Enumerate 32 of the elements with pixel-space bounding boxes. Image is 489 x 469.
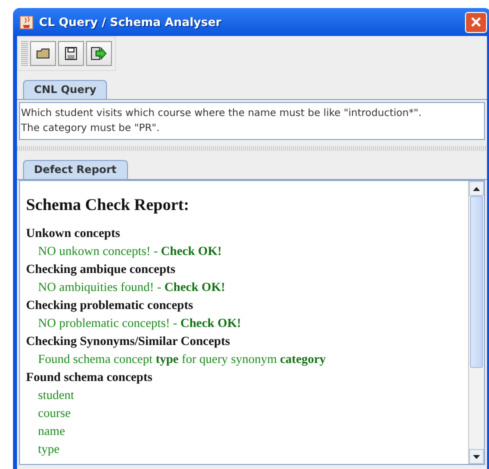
scroll-up-icon[interactable]	[469, 181, 484, 196]
report-line: Found schema concept type for query synonym category	[37, 351, 327, 368]
report-line: type	[37, 441, 61, 458]
report-line: NO ambiquities found! - Check OK!	[37, 279, 226, 296]
report-line: course	[37, 405, 72, 422]
save-button[interactable]	[58, 41, 84, 66]
export-button[interactable]	[86, 41, 112, 66]
section-heading: Checking Synonyms/Similar Concepts	[26, 333, 231, 350]
app-icon	[19, 14, 34, 30]
toolbar-grip[interactable]	[21, 41, 28, 66]
tab[interactable]: CNL Query	[23, 80, 108, 99]
report-line: name	[37, 423, 66, 440]
close-button[interactable]	[465, 12, 487, 32]
section-heading: Checking problematic concepts	[26, 297, 194, 314]
report-line: NO unkown concepts! - Check OK!	[37, 243, 223, 260]
open-button[interactable]	[30, 41, 56, 66]
section-heading: Found schema concepts	[26, 369, 154, 386]
report-line: student	[37, 387, 76, 404]
section-heading: Checking ambique concepts	[26, 261, 176, 278]
section-heading: Unkown concepts	[26, 225, 122, 242]
export-icon	[91, 47, 107, 60]
scroll-down-icon[interactable]	[469, 449, 484, 464]
close-icon	[470, 16, 482, 28]
report-title: Schema Check Report:	[26, 195, 190, 215]
query-text-area[interactable]: Which student visits which course where the name must be like "introduction*". The category must be "PR".	[19, 102, 485, 140]
report-line: NO problematic concepts! - Check OK!	[37, 315, 242, 332]
tab[interactable]: Defect Report	[23, 160, 128, 179]
window-title: CL Query / Schema Analyser	[39, 15, 222, 29]
save-icon	[65, 47, 77, 60]
scroll-thumb[interactable]	[470, 196, 483, 368]
folder-icon	[36, 48, 50, 59]
scrollbar[interactable]	[468, 181, 484, 464]
